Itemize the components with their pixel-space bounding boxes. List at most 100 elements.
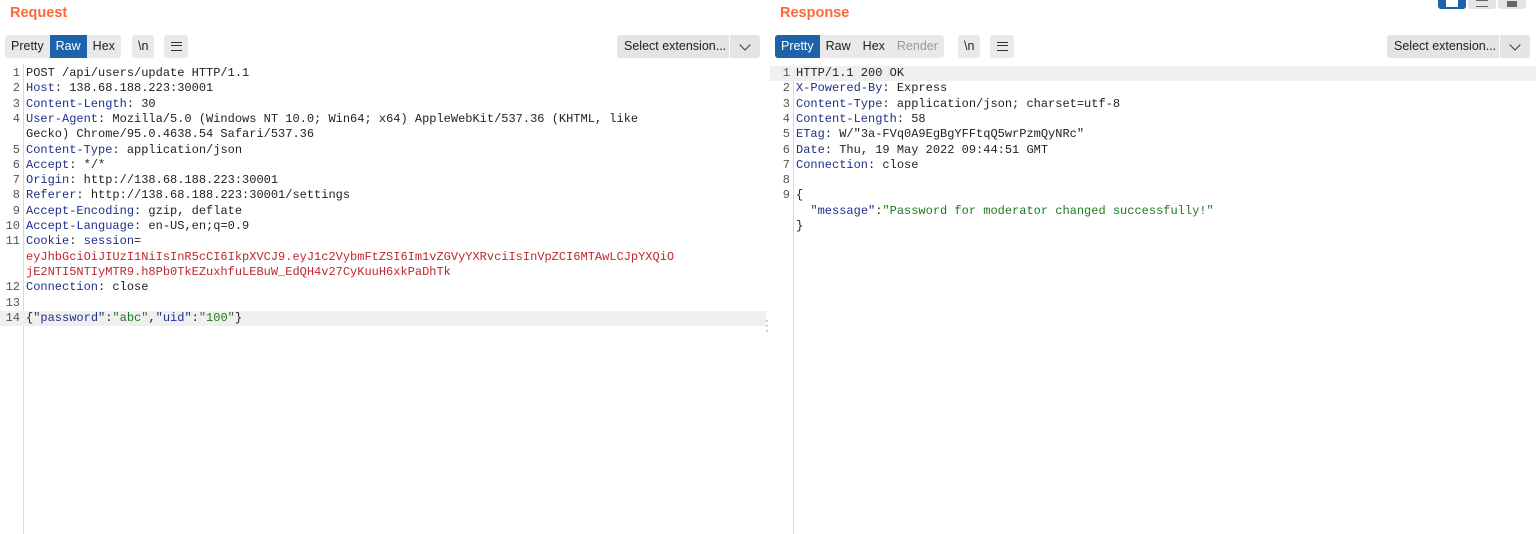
response-title: Response (780, 5, 850, 21)
code-line[interactable]: 1 HTTP/1.1 200 OK (770, 66, 1536, 82)
request-editor[interactable]: 1 POST /api/users/update HTTP/1.1 2 Host: 1… (0, 64, 766, 534)
code-line[interactable]: jE2NTI5NTIyMTR9.h8Pb0TkEZuxhfuLEBuW_EdQH… (0, 265, 766, 280)
code-line[interactable]: 13 (0, 296, 766, 311)
code-token: Content-Type (796, 96, 883, 111)
response-editor[interactable]: 1 HTTP/1.1 200 OK 2 X-Powered-By: Express 3 C… (770, 64, 1536, 534)
request-pane: Request Pretty Raw Hex \n Select extensi… (0, 0, 766, 534)
response-extension-select[interactable]: Select extension... (1387, 35, 1530, 58)
line-text: Referer: http://138.68.188.223:30001/set… (26, 188, 350, 203)
code-line[interactable]: 1 POST /api/users/update HTTP/1.1 (0, 66, 766, 81)
layout-stacked-button[interactable] (1468, 0, 1496, 9)
code-token: "Password for moderator changed successf… (882, 203, 1214, 218)
code-line[interactable]: 9{ (770, 188, 1536, 203)
line-text: Accept-Language: en-US,en;q=0.9 (26, 219, 249, 234)
response-tab-raw[interactable]: Raw (819, 35, 857, 58)
code-token: : gzip, deflate (134, 203, 243, 218)
code-token: Referer (26, 188, 77, 203)
request-extension-label: Select extension... (624, 39, 727, 53)
code-token: "message" (810, 203, 876, 218)
request-newline-toggle[interactable]: \n (132, 35, 155, 58)
code-token: : W/"3a-FVq0A9EgBgYFFtqQ5wrPzmQyNRc" (824, 127, 1085, 142)
code-line[interactable]: 7 Connection: close (770, 158, 1536, 173)
code-token: Accept-Language (26, 219, 135, 233)
line-number: 4 (12, 111, 20, 126)
code-line[interactable]: 10 Accept-Language: en-US,en;q=0.9 (0, 219, 766, 234)
line-number: 11 (5, 234, 20, 249)
line-text: Connection: close (796, 158, 918, 173)
code-line[interactable]: 3 Content-Type: application/json; charset… (770, 97, 1536, 112)
code-token: ETag (796, 127, 825, 142)
response-tab-render: Render (890, 35, 944, 58)
code-line[interactable]: eyJhbGciOiJIUzI1NiIsInR5cCI6IkpXVCJ9.eyJ… (0, 250, 766, 265)
code-token: Host (26, 81, 55, 96)
code-token: User-Agent (26, 111, 99, 126)
code-line[interactable]: 9 Accept-Encoding: gzip, deflate (0, 204, 766, 219)
line-text: HTTP/1.1 200 OK (796, 66, 904, 81)
line-text: Content-Length: 58 (796, 112, 926, 127)
columns-icon (1446, 0, 1458, 7)
code-token: : 30 (126, 96, 156, 111)
code-line[interactable]: 8 Referer: http://138.68.188.223:30001/se… (0, 188, 766, 203)
line-text: Date: Thu, 19 May 2022 09:44:51 GMT (796, 143, 1048, 158)
code-token: HTTP/1.1 200 OK (796, 66, 905, 80)
code-token: Date (796, 142, 825, 157)
code-line[interactable]: 6 Accept: */* (0, 158, 766, 173)
code-line[interactable]: 4 User-Agent: Mozilla/5.0 (Windows NT 10.… (0, 112, 766, 127)
code-token: "password" (33, 310, 106, 325)
code-line[interactable]: 8 (770, 173, 1536, 188)
layout-single-button[interactable] (1498, 0, 1526, 9)
code-token: "uid" (155, 310, 192, 325)
code-line[interactable]: "message":"Password for moderator change… (770, 204, 1536, 219)
code-line[interactable]: 2 X-Powered-By: Express (770, 81, 1536, 96)
code-line[interactable]: 6 Date: Thu, 19 May 2022 09:44:51 GMT (770, 143, 1536, 158)
code-token: Content-Type (26, 142, 113, 157)
code-token: , (148, 310, 156, 325)
code-line[interactable]: 5 ETag: W/"3a-FVq0A9EgBgYFFtqQ5wrPzmQyNRc… (770, 127, 1536, 142)
request-tab-raw[interactable]: Raw (49, 35, 87, 58)
code-line[interactable]: 12 Connection: close (0, 280, 766, 295)
response-menu-button[interactable] (990, 35, 1014, 58)
code-line[interactable]: 2 Host: 138.68.188.223:30001 (0, 81, 766, 96)
code-line[interactable]: 7 Origin: http://138.68.188.223:30001 (0, 173, 766, 188)
line-text: jE2NTI5NTIyMTR9.h8Pb0TkEZuxhfuLEBuW_EdQH… (26, 265, 451, 280)
code-line[interactable]: 3 Content-Length: 30 (0, 97, 766, 112)
line-text: Origin: http://138.68.188.223:30001 (26, 173, 278, 188)
line-number: 3 (782, 96, 790, 111)
line-number: 10 (5, 219, 20, 233)
code-token: POST /api/users/update HTTP/1.1 (26, 66, 250, 80)
response-newline-toggle[interactable]: \n (958, 35, 981, 58)
code-token: Content-Length (796, 111, 897, 126)
line-number: 1 (12, 66, 20, 80)
code-token: jE2NTI5NTIyMTR9.h8Pb0TkEZuxhfuLEBuW_EdQH… (26, 264, 451, 279)
code-line[interactable]: 4 Content-Length: 58 (770, 112, 1536, 127)
layout-side-by-side-button[interactable] (1438, 0, 1466, 9)
response-tab-pretty[interactable]: Pretty (775, 35, 820, 58)
code-token: "abc" (112, 310, 149, 325)
code-line[interactable]: 5 Content-Type: application/json (0, 143, 766, 158)
code-token: Connection (26, 280, 99, 295)
request-toolbar: Pretty Raw Hex \n Select extension... (5, 35, 760, 58)
code-line[interactable]: } (770, 219, 1536, 234)
line-text: Connection: close (26, 280, 148, 295)
line-number: 9 (782, 188, 790, 203)
code-token: : 58 (896, 111, 926, 126)
code-token: : Mozilla/5.0 (Windows NT 10.0; Win64; x… (98, 111, 639, 126)
line-text: { (796, 188, 803, 203)
response-tab-hex[interactable]: Hex (856, 35, 891, 58)
request-tab-hex[interactable]: Hex (86, 35, 121, 58)
code-token: "100" (198, 310, 235, 325)
line-number: 12 (5, 280, 20, 295)
line-text: Cookie: session= (26, 234, 141, 249)
line-text: Content-Length: 30 (26, 97, 156, 112)
request-tab-pretty[interactable]: Pretty (5, 35, 50, 58)
response-view-tabs: Pretty Raw Hex Render (775, 35, 944, 58)
request-menu-button[interactable] (164, 35, 188, 58)
code-line[interactable]: 14 {"password":"abc","uid":"100"} (0, 310, 766, 327)
request-title: Request (10, 5, 68, 21)
code-line[interactable]: Gecko) Chrome/95.0.4638.54 Safari/537.36 (0, 127, 766, 142)
code-token: : close (868, 157, 919, 172)
code-line[interactable]: 11 Cookie: session= (0, 234, 766, 249)
request-extension-select[interactable]: Select extension... (617, 35, 760, 58)
line-number: 5 (12, 142, 20, 157)
line-number: 6 (782, 142, 790, 157)
